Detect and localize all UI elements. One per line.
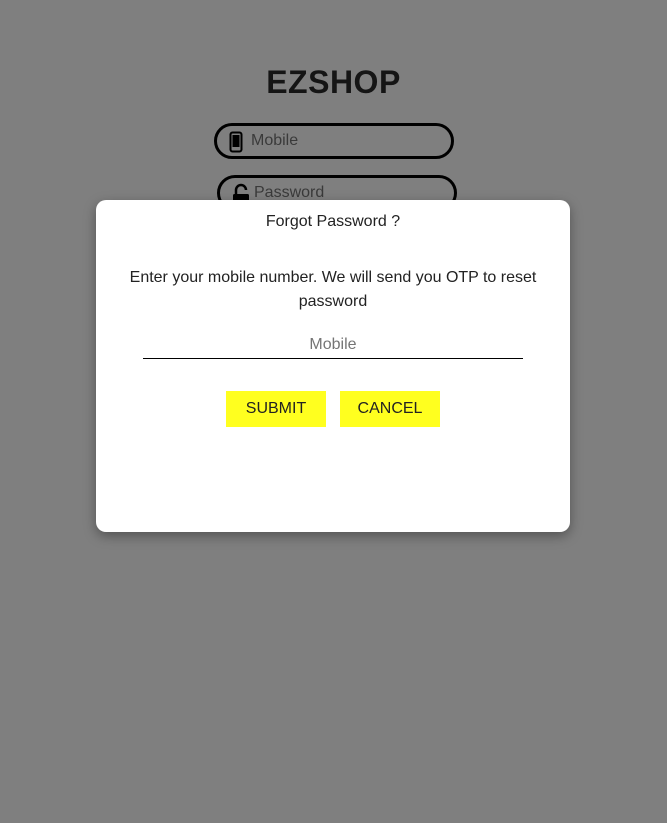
cancel-button[interactable]: CANCEL	[340, 391, 440, 427]
forgot-password-dialog: Forgot Password ? Enter your mobile numb…	[96, 200, 570, 532]
dialog-title: Forgot Password ?	[265, 213, 401, 230]
dialog-message: Enter your mobile number. We will send y…	[129, 269, 537, 310]
submit-button[interactable]: SUBMIT	[226, 391, 326, 427]
reset-mobile-input[interactable]	[143, 335, 523, 359]
